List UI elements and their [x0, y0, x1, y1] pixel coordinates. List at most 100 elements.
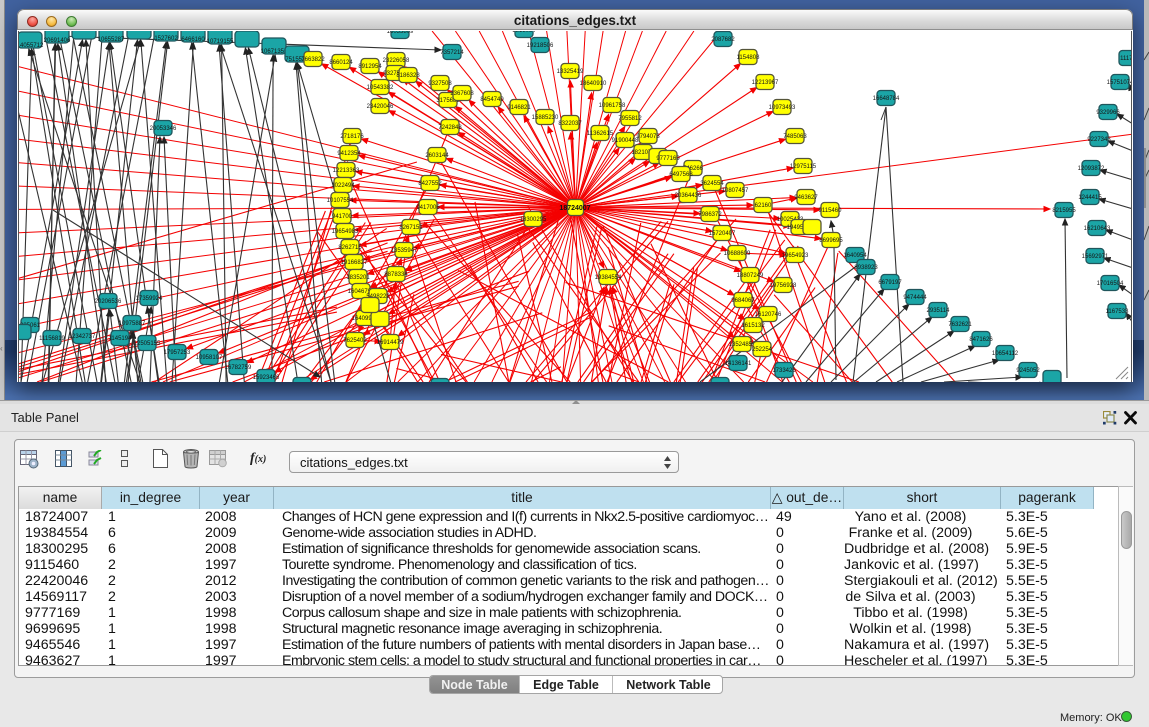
svg-text:8267151: 8267151	[399, 225, 423, 231]
svg-text:1022494: 1022494	[331, 183, 355, 189]
svg-text:7485063: 7485063	[783, 134, 807, 140]
svg-text:18640910: 18640910	[580, 81, 607, 87]
svg-text:12505155: 12505155	[134, 341, 161, 347]
svg-text:17359924: 17359924	[136, 296, 163, 302]
svg-text:15923466: 15923466	[253, 375, 280, 381]
svg-text:2935114: 2935114	[927, 308, 951, 314]
svg-text:10807457: 10807457	[722, 188, 749, 194]
svg-text:8427552: 8427552	[418, 181, 442, 187]
svg-text:19756928: 19756928	[770, 283, 797, 289]
svg-text:10655287: 10655287	[98, 37, 125, 43]
svg-text:9412354: 9412354	[337, 151, 361, 157]
svg-text:18300295: 18300295	[520, 217, 547, 223]
svg-text:14055712: 14055712	[19, 43, 44, 49]
svg-text:10543382: 10543382	[367, 85, 394, 91]
svg-text:9684067: 9684067	[731, 298, 755, 304]
svg-text:18724007: 18724007	[559, 205, 590, 212]
svg-text:14136141: 14136141	[725, 361, 752, 367]
svg-text:3624554: 3624554	[700, 181, 724, 187]
svg-text:1640954: 1640954	[843, 253, 867, 259]
svg-text:16914479: 16914479	[377, 340, 404, 346]
svg-text:8699695: 8699695	[819, 238, 843, 244]
svg-text:1527602: 1527602	[154, 36, 178, 42]
svg-text:941700: 941700	[332, 214, 353, 220]
svg-text:19166827: 19166827	[341, 260, 368, 266]
svg-text:9245052: 9245052	[1016, 368, 1040, 374]
svg-text:9327508: 9327508	[428, 81, 452, 87]
svg-text:19654923: 19654923	[782, 253, 809, 259]
svg-text:19384554: 19384554	[595, 275, 622, 281]
svg-text:13535947: 13535947	[391, 248, 418, 254]
svg-text:7242848: 7242848	[438, 125, 462, 131]
svg-text:10654112: 10654112	[992, 351, 1019, 357]
svg-text:20364436: 20364436	[675, 193, 702, 199]
svg-text:2603144: 2603144	[425, 153, 449, 159]
svg-text:20206536: 20206536	[95, 299, 122, 305]
svg-text:8878334: 8878334	[384, 272, 408, 278]
svg-text:8912954: 8912954	[358, 64, 382, 70]
svg-text:9227343: 9227343	[1087, 137, 1111, 143]
svg-text:9329966: 9329966	[1096, 110, 1120, 116]
svg-text:11170: 11170	[1120, 56, 1132, 62]
svg-text:62160: 62160	[755, 203, 772, 209]
svg-text:6679197: 6679197	[878, 280, 902, 286]
svg-text:7663822: 7663822	[301, 57, 325, 63]
svg-text:20053346: 20053346	[150, 126, 177, 132]
svg-text:8660124: 8660124	[329, 60, 353, 66]
svg-text:9794073: 9794073	[636, 134, 660, 140]
svg-text:15720407: 15720407	[709, 231, 736, 237]
svg-text:91900448: 91900448	[612, 138, 639, 144]
svg-text:9417006: 9417006	[416, 205, 440, 211]
svg-text:7986372: 7986372	[698, 212, 722, 218]
svg-text:9146821: 9146821	[507, 105, 531, 111]
svg-text:8186328: 8186328	[396, 73, 420, 79]
svg-text:11156819: 11156819	[39, 336, 65, 342]
svg-text:18807249: 18807249	[737, 273, 764, 279]
svg-text:12093872: 12093872	[1078, 166, 1105, 172]
svg-text:10961758: 10961758	[599, 103, 626, 109]
svg-text:10688609: 10688609	[724, 251, 751, 257]
svg-text:12975115: 12975115	[790, 164, 817, 170]
svg-text:8262715: 8262715	[338, 245, 362, 251]
svg-text:16648784: 16648784	[873, 96, 900, 102]
svg-text:7955812: 7955812	[618, 116, 642, 122]
svg-text:2367608: 2367608	[450, 91, 474, 97]
svg-text:10719155: 10719155	[207, 39, 234, 45]
svg-text:1615132: 1615132	[741, 323, 765, 329]
svg-text:2718176: 2718176	[340, 134, 364, 140]
svg-text:10671355: 10671355	[261, 49, 288, 55]
svg-text:15751074: 15751074	[1107, 80, 1132, 86]
svg-text:10958107: 10958107	[196, 355, 223, 361]
svg-text:17957253: 17957253	[164, 350, 191, 356]
svg-text:6497568: 6497568	[669, 172, 693, 178]
svg-text:12213967: 12213967	[752, 80, 779, 86]
svg-text:19218506: 19218506	[527, 43, 554, 49]
svg-text:8215955: 8215955	[1052, 208, 1076, 214]
svg-text:19654983: 19654983	[332, 229, 359, 235]
svg-text:6466160: 6466160	[181, 37, 205, 43]
svg-text:1835201: 1835201	[346, 275, 370, 281]
svg-text:3813054: 3813054	[512, 31, 536, 34]
svg-text:9463627: 9463627	[794, 195, 818, 201]
svg-text:9115460: 9115460	[819, 208, 843, 214]
svg-text:12213363: 12213363	[333, 168, 360, 174]
svg-text:8322037: 8322037	[558, 121, 582, 127]
svg-text:7625402: 7625402	[343, 338, 367, 344]
svg-text:7632621: 7632621	[948, 322, 972, 328]
svg-text:2087682: 2087682	[711, 37, 735, 43]
svg-text:23420046: 23420046	[367, 104, 394, 110]
svg-text:252254: 252254	[752, 347, 773, 353]
svg-text:10973493: 10973493	[769, 105, 796, 111]
svg-text:1167533: 1167533	[1106, 309, 1130, 315]
svg-text:1244415: 1244415	[1078, 195, 1102, 201]
svg-text:15885230: 15885230	[532, 115, 559, 121]
svg-text:8471626: 8471626	[969, 337, 993, 343]
svg-text:8938923: 8938923	[854, 265, 878, 271]
svg-text:10107554: 10107554	[327, 198, 354, 204]
svg-text:9777169: 9777169	[656, 156, 680, 162]
svg-text:1733426: 1733426	[772, 368, 796, 374]
svg-text:9474444: 9474444	[903, 295, 927, 301]
svg-text:17016504: 17016504	[1097, 281, 1124, 287]
svg-text:15692971: 15692971	[1082, 254, 1109, 260]
svg-text:20691406: 20691406	[44, 38, 71, 44]
